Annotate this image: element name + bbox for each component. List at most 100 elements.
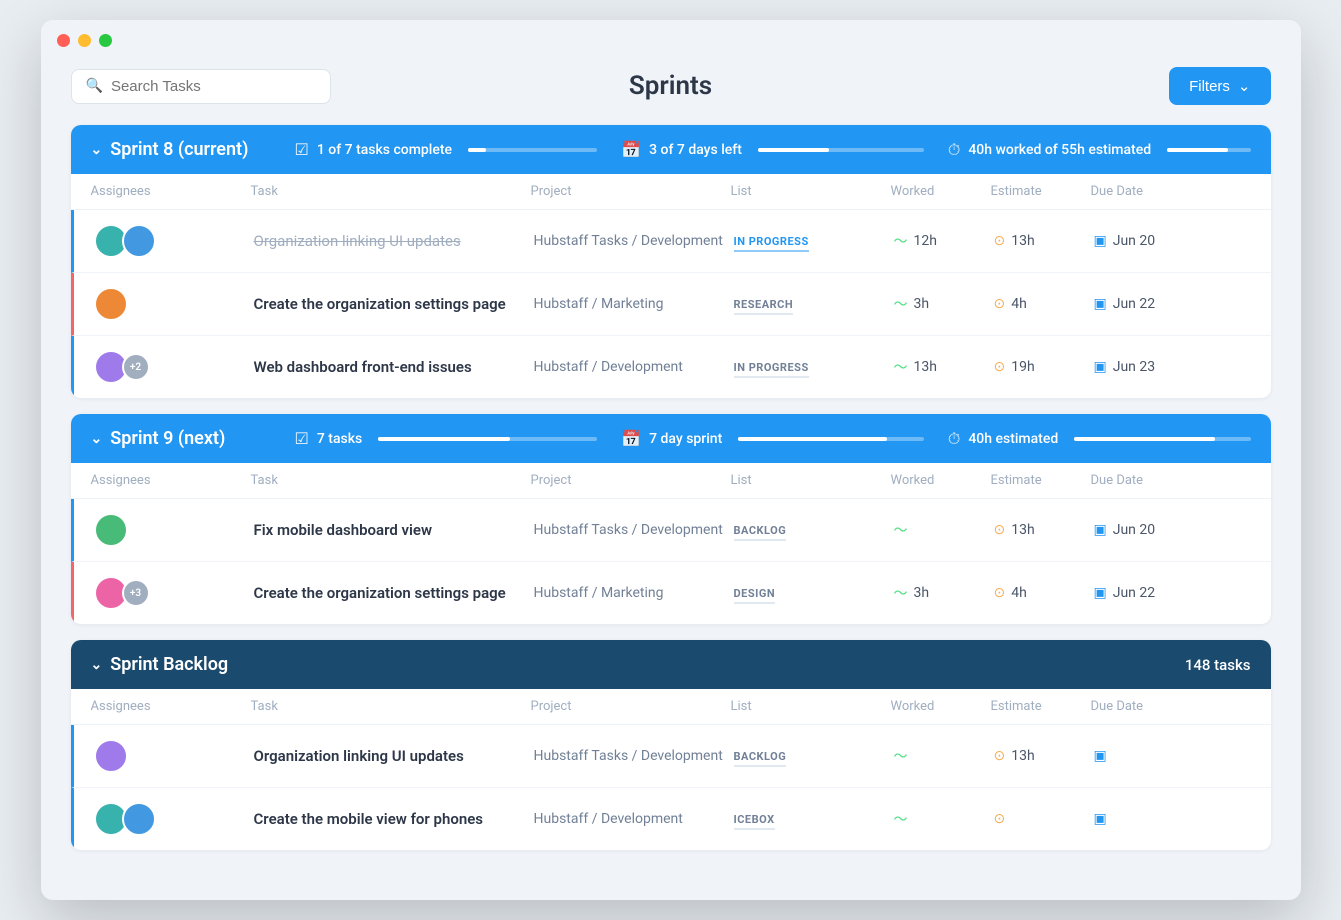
col-worked: Worked [891,699,991,714]
clock-icon: ⊙ [994,359,1006,375]
hours-bar-container [1074,437,1250,441]
wave-icon: 〜 [894,231,908,251]
backlog-tasks-count: 148 tasks [1185,656,1251,674]
minimize-button[interactable] [78,34,91,47]
chevron-down-icon: ⌄ [1238,77,1251,95]
avatar-badge: +2 [122,353,150,381]
col-assignees: Assignees [91,473,251,488]
calendar-icon: 📅 [621,429,641,448]
worked-cell: 〜 13h [894,357,994,377]
tasks-bar [468,148,486,152]
search-input[interactable] [111,78,316,95]
sprint8-days-stat: 📅 3 of 7 days left [621,140,924,159]
avatar [94,513,128,547]
avatar [94,739,128,773]
wave-icon: 〜 [894,357,908,377]
calendar-icon: 📅 [621,140,641,159]
project-name: Hubstaff / Development [534,811,734,827]
due-date-cell: ▣ [1094,748,1204,764]
checkbox-icon: ☑ [295,429,309,448]
hours-bar [1074,437,1215,441]
worked-cell: 〜 [894,746,994,766]
hours-bar [1167,148,1228,152]
list-badge: ICEBOX [734,813,775,830]
sprint9-days-stat: 📅 7 day sprint [621,429,924,448]
worked-cell: 〜 3h [894,294,994,314]
col-task: Task [251,473,531,488]
sprint9-table-header: Assignees Task Project List Worked Estim… [71,463,1271,499]
list-badge: IN PROGRESS [734,361,809,378]
list-cell: BACKLOG [734,519,894,541]
worked-cell: 〜 12h [894,231,994,251]
worked-cell: 〜 [894,809,994,829]
chevron-icon: ⌄ [91,142,103,158]
app-window: 🔍 Sprints Filters ⌄ ⌄ Sprint 8 (current)… [41,20,1301,900]
sprint9-header: ⌄ Sprint 9 (next) ☑ 7 tasks 📅 7 day spri… [71,414,1271,463]
sprint8-tasks-stat: ☑ 1 of 7 tasks complete [295,140,598,159]
maximize-button[interactable] [99,34,112,47]
table-row[interactable]: Organization linking UI updates Hubstaff… [71,725,1271,788]
sprint9-title: ⌄ Sprint 9 (next) [91,428,271,449]
col-duedate: Due Date [1091,184,1201,199]
project-name: Hubstaff Tasks / Development [534,233,734,249]
estimate-cell: ⊙ 4h [994,585,1094,601]
cal-icon: ▣ [1094,585,1107,601]
search-box[interactable]: 🔍 [71,69,331,104]
list-cell: IN PROGRESS [734,230,894,252]
project-name: Hubstaff Tasks / Development [534,522,734,538]
assignees-cell: +3 [94,576,254,610]
col-project: Project [531,699,731,714]
avatar [122,224,156,258]
worked-cell: 〜 [894,520,994,540]
filters-button[interactable]: Filters ⌄ [1169,67,1270,105]
estimate-cell: ⊙ 13h [994,233,1094,249]
clock-icon: ⊙ [994,233,1006,249]
checkbox-icon: ☑ [295,140,309,159]
col-assignees: Assignees [91,184,251,199]
cal-icon: ▣ [1094,522,1107,538]
sprint-section-sprint8: ⌄ Sprint 8 (current) ☑ 1 of 7 tasks comp… [71,125,1271,398]
sprint8-title: ⌄ Sprint 8 (current) [91,139,271,160]
table-row[interactable]: +2 Web dashboard front-end issues Hubsta… [71,336,1271,398]
clock-icon: ⊙ [994,585,1006,601]
list-badge: DESIGN [734,587,776,604]
avatar [122,802,156,836]
assignees-cell [94,224,254,258]
avatar-badge: +3 [122,579,150,607]
project-name: Hubstaff / Development [534,359,734,375]
app-header: 🔍 Sprints Filters ⌄ [41,57,1301,125]
col-worked: Worked [891,184,991,199]
sprint-section-backlog: ⌄ Sprint Backlog 148 tasks Assignees Tas… [71,640,1271,850]
clock-icon: ⊙ [994,748,1006,764]
sprint9-hours-stat: ⏱ 40h estimated [948,429,1251,449]
tasks-bar-container [468,148,597,152]
table-row[interactable]: Organization linking UI updates Hubstaff… [71,210,1271,273]
table-row[interactable]: Create the organization settings page Hu… [71,273,1271,336]
table-row[interactable]: +3 Create the organization settings page… [71,562,1271,624]
table-row[interactable]: Create the mobile view for phones Hubsta… [71,788,1271,850]
close-button[interactable] [57,34,70,47]
due-date-cell: ▣ Jun 22 [1094,585,1204,601]
list-cell: DESIGN [734,582,894,604]
clock-icon: ⏱ [948,140,960,160]
task-name: Create the mobile view for phones [254,810,534,828]
content-area: ⌄ Sprint 8 (current) ☑ 1 of 7 tasks comp… [41,125,1301,896]
chevron-icon: ⌄ [91,431,103,447]
due-date-cell: ▣ Jun 20 [1094,522,1204,538]
assignees-cell [94,739,254,773]
due-date-cell: ▣ [1094,811,1204,827]
task-name: Create the organization settings page [254,295,534,313]
col-list: List [731,473,891,488]
col-estimate: Estimate [991,184,1091,199]
table-row[interactable]: Fix mobile dashboard view Hubstaff Tasks… [71,499,1271,562]
title-bar [41,20,1301,57]
list-badge: IN PROGRESS [734,235,809,252]
sprint8-hours-stat: ⏱ 40h worked of 55h estimated [948,140,1251,160]
col-duedate: Due Date [1091,699,1201,714]
list-cell: BACKLOG [734,745,894,767]
avatar [94,287,128,321]
col-assignees: Assignees [91,699,251,714]
col-estimate: Estimate [991,699,1091,714]
days-bar [758,148,829,152]
assignees-cell [94,287,254,321]
